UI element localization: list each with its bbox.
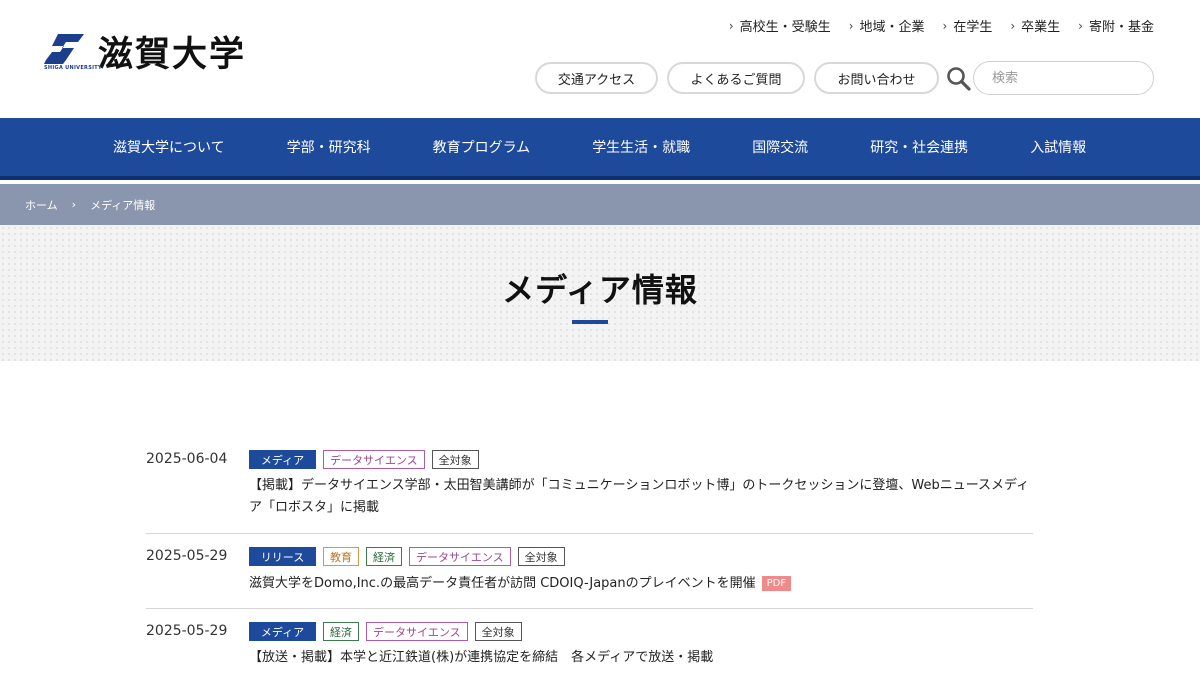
title-underline [572,320,608,324]
search-icon[interactable] [946,66,972,92]
tag-data-science[interactable]: データサイエンス [409,547,511,566]
nav-item-international[interactable]: 国際交流 [721,118,839,176]
page-title: メディア情報 [502,271,698,309]
category-tag[interactable]: メディア [249,622,316,641]
pdf-badge: PDF [761,576,792,591]
nav-item-admissions[interactable]: 入試情報 [999,118,1117,176]
nav-item-programs[interactable]: 教育プログラム [402,118,562,176]
nav-item-about[interactable]: 滋賀大学について [82,118,256,176]
news-date: 2025-05-29 [146,548,228,564]
news-title[interactable]: 滋賀大学をDomo,Inc.の最高データ責任者が訪問 CDOIQ-Japanのプ… [249,576,756,591]
nav-item-student-life[interactable]: 学生生活・就職 [561,118,721,176]
news-title[interactable]: 【掲載】データサイエンス学部・太田智美講師が「コミュニケーションロボット博」のト… [249,475,1039,519]
news-tags: メディア 経済 データサイエンス 全対象 [249,622,522,641]
news-date: 2025-06-04 [146,451,228,467]
tag-economics[interactable]: 経済 [366,547,402,566]
tag-education[interactable]: 教育 [323,547,359,566]
breadcrumb-home[interactable]: ホーム [25,197,58,213]
utility-links: › 高校生・受験生 › 地域・企業 › 在学生 › 卒業生 › 寄附・基金 [728,16,1154,36]
breadcrumb: ホーム › メディア情報 [0,184,1200,225]
tag-data-science[interactable]: データサイエンス [323,450,425,469]
chevron-right-icon: › [1078,18,1083,33]
news-date: 2025-05-29 [146,623,228,639]
list-item[interactable]: 2025-05-29 メディア 経済 データサイエンス 全対象 【放送・掲載】本… [146,609,1033,674]
nav-item-faculties[interactable]: 学部・研究科 [256,118,402,176]
util-link-community[interactable]: › 地域・企業 [848,16,925,36]
util-link-current-students[interactable]: › 在学生 [942,16,993,36]
nav-item-research[interactable]: 研究・社会連携 [839,118,999,176]
header-buttons: 交通アクセス よくあるご質問 お問い合わせ [535,62,939,94]
logo-mark-icon: SHIGA UNIVERSITY [44,34,102,74]
page-title-band: メディア情報 [0,225,1200,361]
global-nav: 滋賀大学について 学部・研究科 教育プログラム 学生生活・就職 国際交流 研究・… [0,118,1200,180]
breadcrumb-current: メディア情報 [90,198,156,212]
chevron-right-icon: › [848,18,854,33]
site-logo[interactable]: SHIGA UNIVERSITY 滋賀大学 [44,34,246,76]
logo-text: 滋賀大学 [98,35,247,75]
news-tags: メディア データサイエンス 全対象 [249,450,479,469]
category-tag[interactable]: リリース [249,547,316,566]
util-link-donation[interactable]: › 寄附・基金 [1078,16,1154,36]
news-list: 2025-06-04 メディア データサイエンス 全対象 【掲載】データサイエン… [146,440,1033,674]
news-title[interactable]: 【放送・掲載】本学と近江鉄道(株)が連携協定を締結 各メディアで放送・掲載 [249,647,1039,669]
logo-subtext: SHIGA UNIVERSITY [44,65,102,71]
util-link-alumni[interactable]: › 卒業生 [1010,16,1060,36]
search-input[interactable] [973,61,1154,95]
category-tag[interactable]: メディア [249,450,316,469]
faq-button[interactable]: よくあるご質問 [667,62,805,94]
news-title-row: 滋賀大学をDomo,Inc.の最高データ責任者が訪問 CDOIQ-Japanのプ… [249,573,1039,595]
tag-all[interactable]: 全対象 [474,622,522,641]
site-header: SHIGA UNIVERSITY 滋賀大学 › 高校生・受験生 › 地域・企業 › 在… [0,0,1200,118]
tag-data-science[interactable]: データサイエンス [366,622,468,641]
news-tags: リリース 教育 経済 データサイエンス 全対象 [249,547,565,566]
tag-economics[interactable]: 経済 [323,622,359,641]
list-item[interactable]: 2025-06-04 メディア データサイエンス 全対象 【掲載】データサイエン… [146,440,1033,534]
tag-all[interactable]: 全対象 [517,547,565,566]
chevron-right-icon: › [728,18,734,33]
util-link-students[interactable]: › 高校生・受験生 [728,16,831,36]
chevron-right-icon: › [71,198,77,211]
chevron-right-icon: › [1010,18,1016,33]
tag-all[interactable]: 全対象 [431,450,479,469]
contact-button[interactable]: お問い合わせ [814,62,939,94]
chevron-right-icon: › [942,18,948,33]
list-item[interactable]: 2025-05-29 リリース 教育 経済 データサイエンス 全対象 滋賀大学を… [146,534,1033,609]
access-button[interactable]: 交通アクセス [535,62,658,94]
